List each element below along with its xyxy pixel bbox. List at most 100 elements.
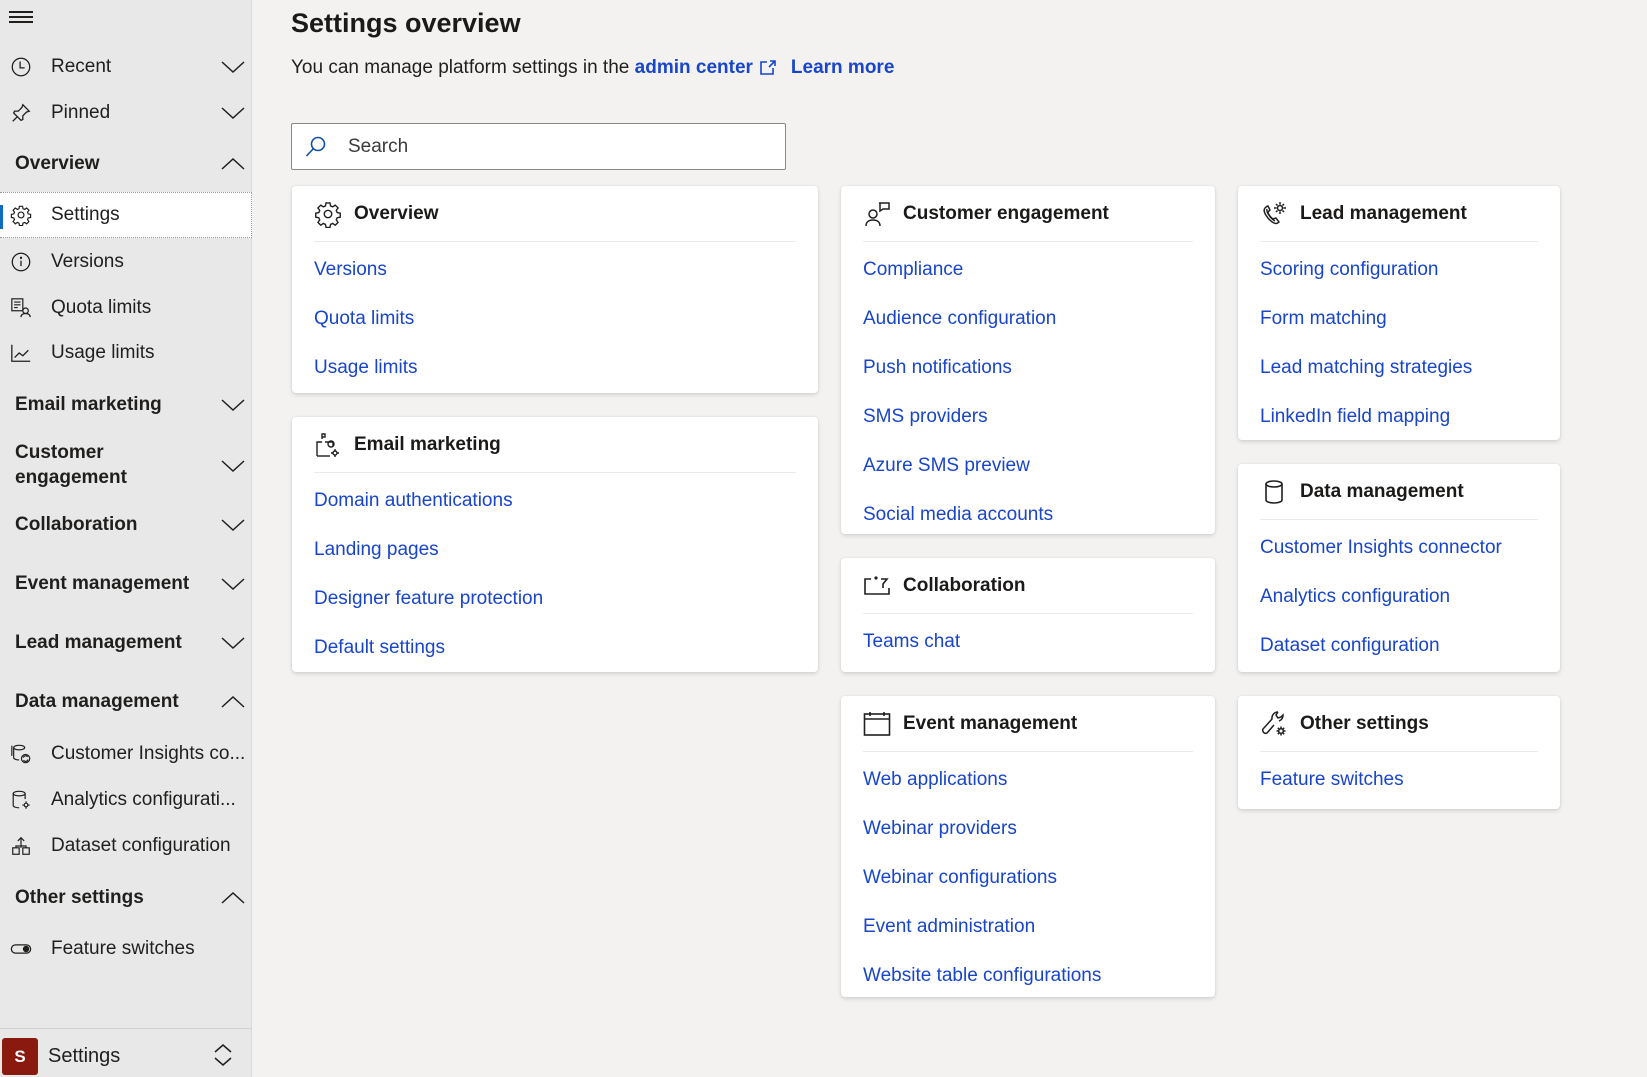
card-title: Overview <box>354 202 439 224</box>
card-title: Customer engagement <box>903 202 1109 224</box>
sidebar-group-label: Overview <box>15 153 100 174</box>
link-webinar-configurations[interactable]: Webinar configurations <box>863 866 1101 915</box>
sidebar-item-feature-switches[interactable]: Feature switches <box>0 934 252 964</box>
chevron-down-icon[interactable] <box>220 576 246 592</box>
sidebar-item-label: Feature switches <box>51 938 195 959</box>
card-header: Customer engagement <box>863 186 1193 242</box>
card-email-marketing: Email marketing Domain authentications L… <box>292 417 818 672</box>
sidebar-item-settings[interactable]: Settings <box>0 192 252 238</box>
gear-icon <box>314 200 342 228</box>
sidebar-group-lead-management[interactable]: Lead management <box>0 628 252 658</box>
hamburger-menu-icon[interactable] <box>9 8 33 28</box>
sidebar-item-dataset-configuration[interactable]: Dataset configuration <box>0 831 252 861</box>
chevron-up-icon[interactable] <box>220 156 246 172</box>
sidebar-group-customer-engagement[interactable]: Customer engagement <box>0 440 252 492</box>
sidebar-group-data-management[interactable]: Data management <box>0 687 252 717</box>
link-default-settings[interactable]: Default settings <box>314 636 543 685</box>
sidebar-group-event-management[interactable]: Event management <box>0 569 252 599</box>
sidebar-item-quota-limits[interactable]: Quota limits <box>0 293 252 323</box>
hierarchy-icon <box>9 834 33 858</box>
sidebar-item-analytics-configuration[interactable]: Analytics configurati... <box>0 785 252 815</box>
link-compliance[interactable]: Compliance <box>863 258 1056 307</box>
sidebar-item-versions[interactable]: Versions <box>0 247 252 277</box>
database-icon <box>1260 478 1288 506</box>
sidebar-group-email-marketing[interactable]: Email marketing <box>0 390 252 420</box>
info-icon <box>9 250 33 274</box>
sidebar-item-label: Customer Insights co... <box>51 743 246 764</box>
link-designer-feature-protection[interactable]: Designer feature protection <box>314 587 543 636</box>
link-lead-matching-strategies[interactable]: Lead matching strategies <box>1260 356 1472 405</box>
link-social-media-accounts[interactable]: Social media accounts <box>863 503 1056 552</box>
link-domain-authentications[interactable]: Domain authentications <box>314 489 543 538</box>
chevron-down-icon[interactable] <box>220 397 246 413</box>
link-teams-chat[interactable]: Teams chat <box>863 630 960 679</box>
card-header: Collaboration <box>863 558 1193 614</box>
chevron-down-icon[interactable] <box>220 458 246 474</box>
chevron-down-icon[interactable] <box>220 59 246 75</box>
line-chart-icon <box>9 341 33 365</box>
link-website-table-configurations[interactable]: Website table configurations <box>863 964 1101 1013</box>
mailbox-gear-icon <box>314 431 342 459</box>
chevron-down-icon[interactable] <box>220 517 246 533</box>
link-azure-sms-preview[interactable]: Azure SMS preview <box>863 454 1056 503</box>
sidebar-item-recent[interactable]: Recent <box>0 52 252 82</box>
page-subtitle: You can manage platform settings in the … <box>291 57 894 79</box>
link-linkedin-field-mapping[interactable]: LinkedIn field mapping <box>1260 405 1472 454</box>
link-audience-configuration[interactable]: Audience configuration <box>863 307 1056 356</box>
search-input[interactable] <box>348 132 768 162</box>
sidebar-item-usage-limits[interactable]: Usage limits <box>0 338 252 368</box>
link-feature-switches[interactable]: Feature switches <box>1260 768 1404 817</box>
link-form-matching[interactable]: Form matching <box>1260 307 1472 356</box>
card-header: Lead management <box>1260 186 1538 242</box>
chevron-up-icon[interactable] <box>220 694 246 710</box>
sidebar-group-other-settings[interactable]: Other settings <box>0 883 252 913</box>
link-usage-limits[interactable]: Usage limits <box>314 356 417 405</box>
learn-more-link[interactable]: Learn more <box>791 57 894 79</box>
sidebar-group-label: Email marketing <box>15 394 162 415</box>
card-title: Other settings <box>1300 712 1429 734</box>
link-quota-limits[interactable]: Quota limits <box>314 307 417 356</box>
toggle-icon <box>9 937 33 961</box>
avatar: S <box>2 1038 38 1075</box>
card-header: Data management <box>1260 464 1538 520</box>
search-box[interactable] <box>291 123 786 170</box>
card-header: Email marketing <box>314 417 796 473</box>
subtitle-text: You can manage platform settings in the <box>291 57 630 78</box>
sidebar-item-customer-insights-connector[interactable]: Customer Insights co... <box>0 739 252 769</box>
card-header: Event management <box>863 696 1193 752</box>
chevron-up-down-icon[interactable] <box>212 1041 234 1069</box>
card-title: Event management <box>903 712 1078 734</box>
link-scoring-configuration[interactable]: Scoring configuration <box>1260 258 1472 307</box>
link-analytics-configuration[interactable]: Analytics configuration <box>1260 585 1502 634</box>
chevron-down-icon[interactable] <box>220 635 246 651</box>
link-customer-insights-connector[interactable]: Customer Insights connector <box>1260 536 1502 585</box>
sidebar-group-collaboration[interactable]: Collaboration <box>0 510 252 540</box>
card-header: Overview <box>314 186 796 242</box>
link-webinar-providers[interactable]: Webinar providers <box>863 817 1101 866</box>
sidebar-item-label: Recent <box>51 56 112 77</box>
calendar-icon <box>863 710 891 738</box>
chevron-up-icon[interactable] <box>220 890 246 906</box>
link-event-administration[interactable]: Event administration <box>863 915 1101 964</box>
area-switcher-label: Settings <box>48 1045 121 1067</box>
link-landing-pages[interactable]: Landing pages <box>314 538 543 587</box>
link-sms-providers[interactable]: SMS providers <box>863 405 1056 454</box>
card-overview: Overview Versions Quota limits Usage lim… <box>292 186 818 393</box>
sidebar-item-label: Settings <box>51 204 120 225</box>
link-dataset-configuration[interactable]: Dataset configuration <box>1260 634 1502 683</box>
chevron-down-icon[interactable] <box>220 105 246 121</box>
admin-center-link[interactable]: admin center <box>635 57 753 79</box>
wrench-gear-icon <box>1260 710 1288 738</box>
link-push-notifications[interactable]: Push notifications <box>863 356 1056 405</box>
card-customer-engagement: Customer engagement Compliance Audience … <box>841 186 1215 534</box>
sidebar-item-pinned[interactable]: Pinned <box>0 98 252 128</box>
sidebar: Recent Pinned Overview Settings Versions… <box>0 0 252 1077</box>
link-versions[interactable]: Versions <box>314 258 417 307</box>
pin-icon <box>9 101 33 125</box>
link-web-applications[interactable]: Web applications <box>863 768 1101 817</box>
area-switcher[interactable]: S Settings <box>0 1028 252 1077</box>
collaboration-edit-icon <box>863 572 891 600</box>
sidebar-item-label: Versions <box>51 251 124 272</box>
sidebar-group-overview[interactable]: Overview <box>0 149 252 179</box>
clock-icon <box>9 55 33 79</box>
